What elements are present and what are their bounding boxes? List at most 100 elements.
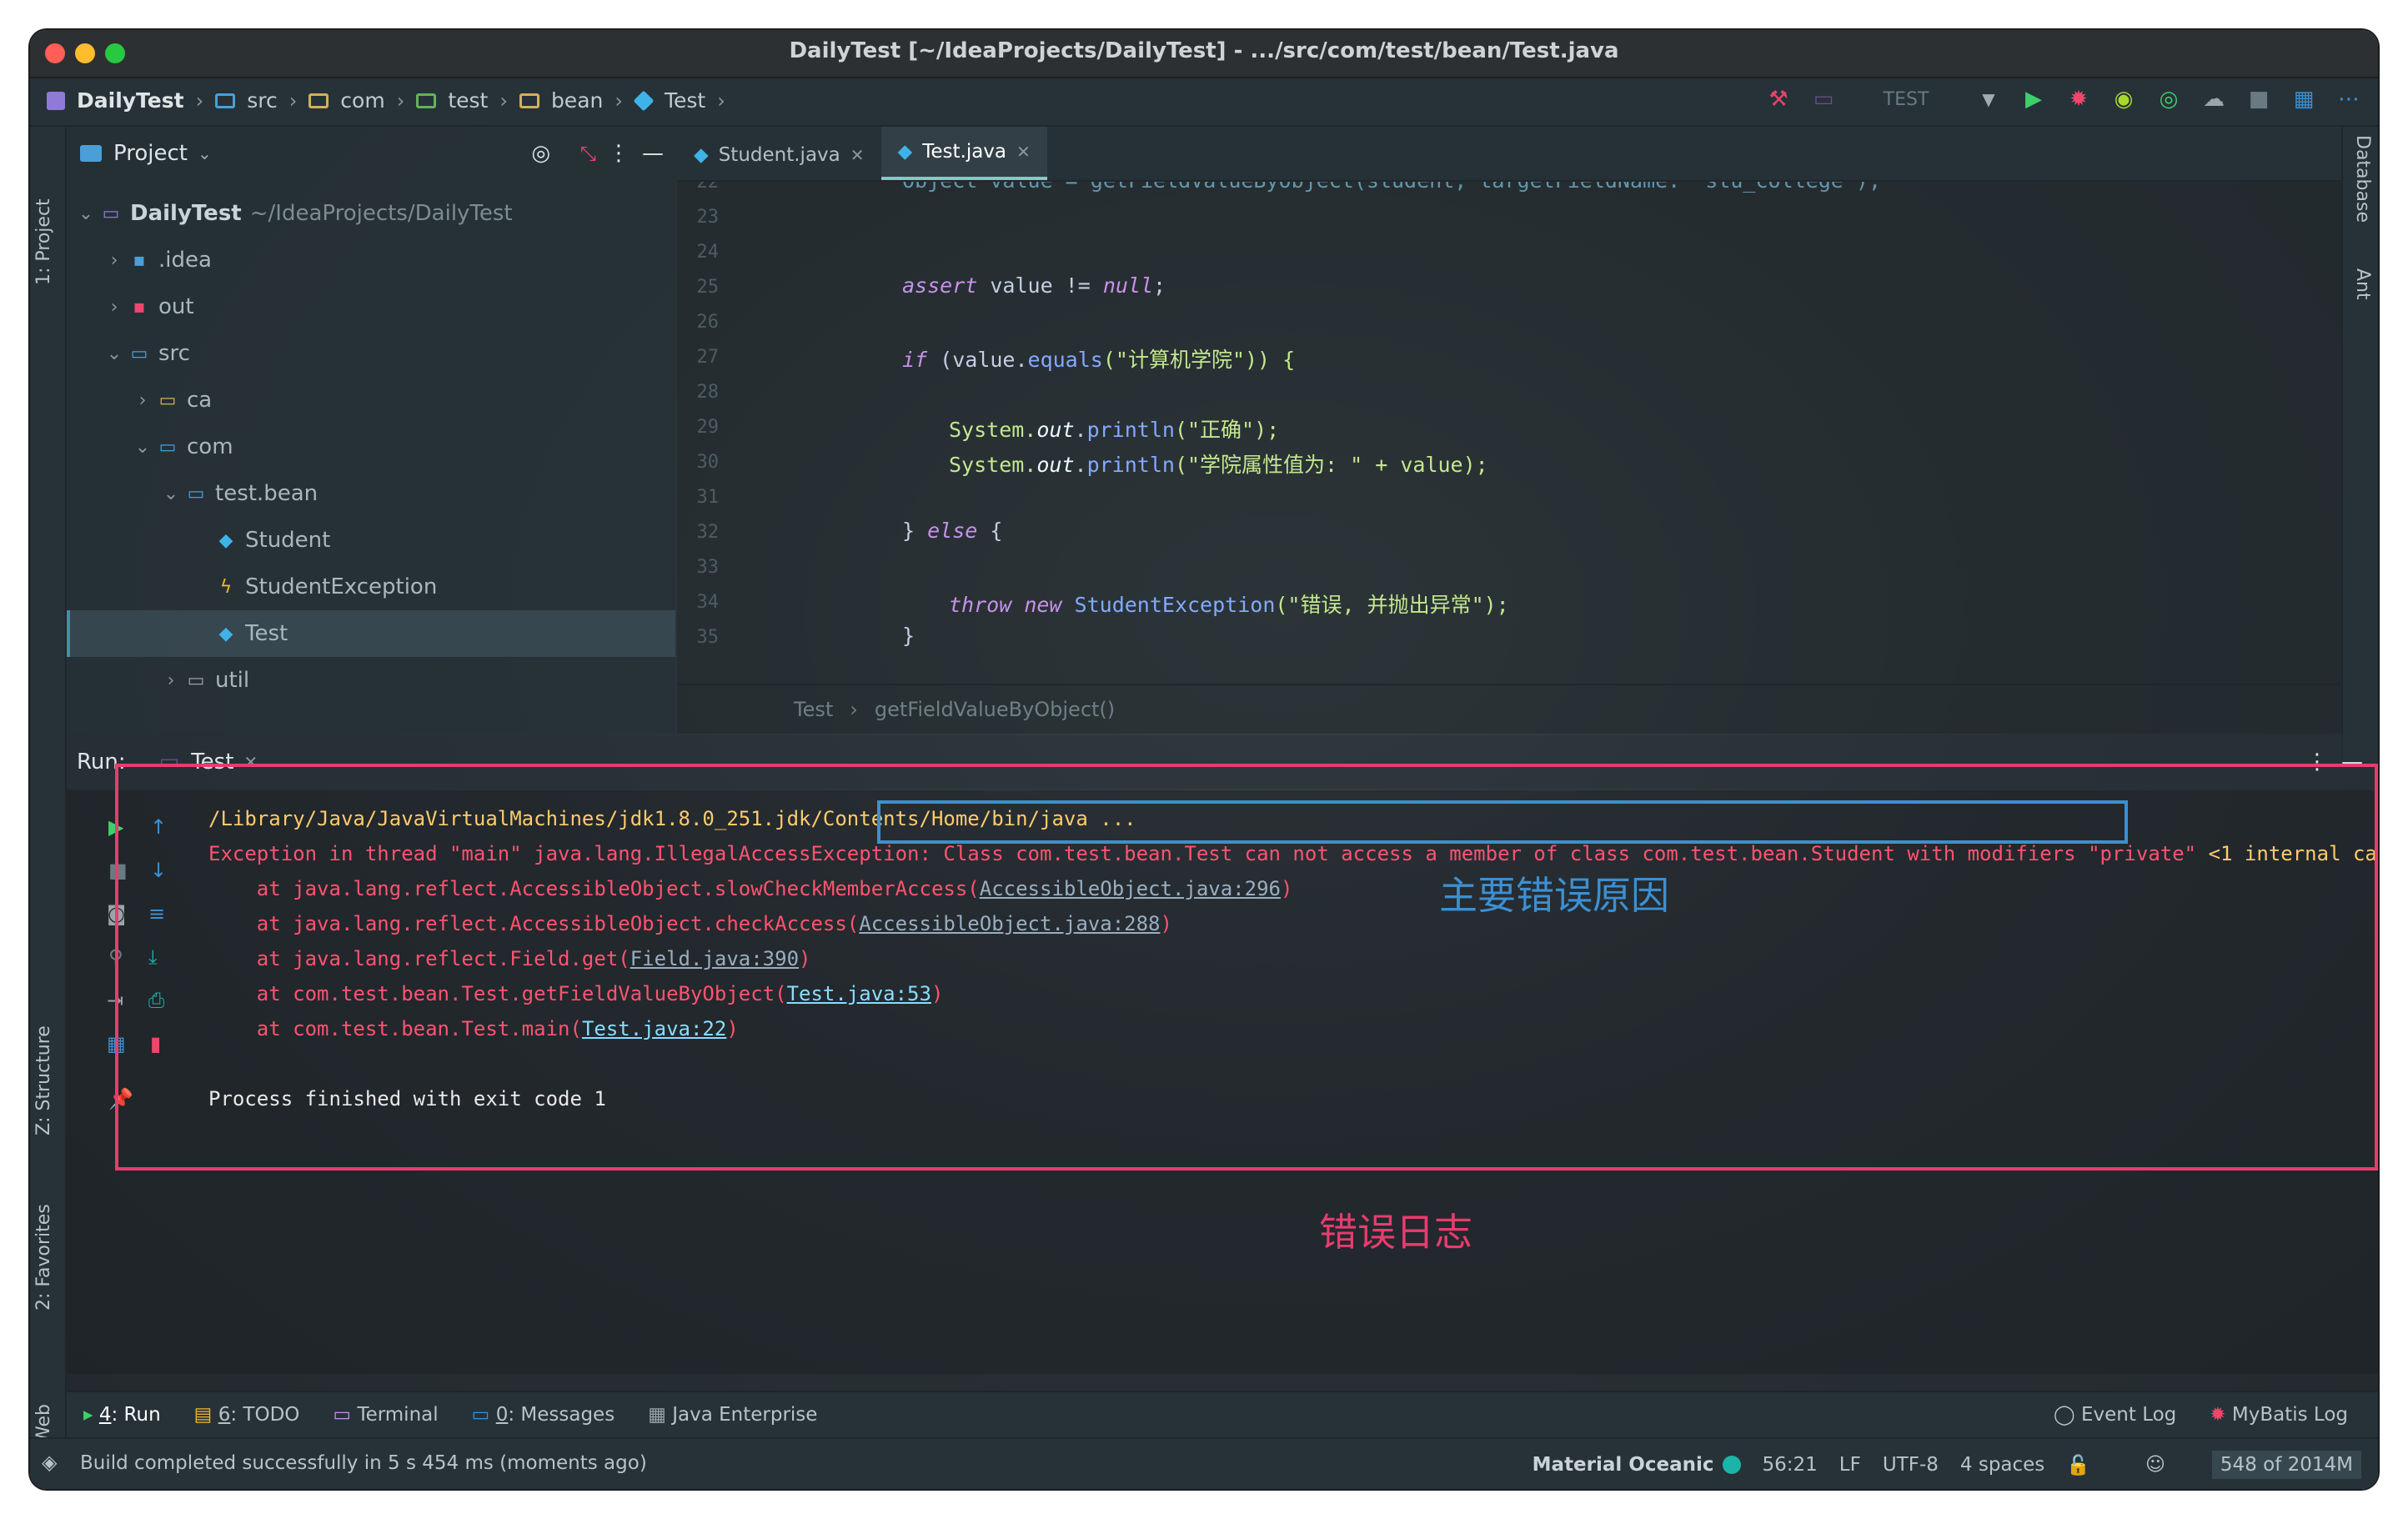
file-encoding[interactable]: UTF-8 (1883, 1454, 1939, 1476)
line-number: 32 (696, 522, 720, 543)
tree-item-idea[interactable]: › ▪ .idea (67, 237, 675, 283)
chevron-right-icon: › (717, 88, 725, 113)
memory-indicator[interactable]: 548 of 2014M (2211, 1451, 2361, 1479)
folder-icon (309, 93, 329, 108)
tree-item-test-bean[interactable]: ⌄ ▭ test.bean (67, 470, 675, 517)
main-cause-highlight-box (877, 800, 2128, 844)
project-folder-icon: ▭ (102, 203, 120, 224)
chevron-down-icon[interactable]: ⌄ (130, 437, 155, 458)
status-message[interactable]: Build completed successfully in 5 s 454 … (80, 1452, 647, 1474)
tree-item-label: Test (245, 621, 288, 646)
project-tool-button[interactable]: 1: Project (33, 198, 54, 285)
layout-grid-icon[interactable]: ▦ (2291, 87, 2316, 112)
line-number: 33 (696, 557, 720, 578)
excluded-folder-icon: ▪ (133, 296, 146, 318)
close-tab-icon[interactable]: ✕ (1016, 142, 1031, 162)
window-title: DailyTest [~/IdeaProjects/DailyTest] - .… (789, 38, 1619, 63)
breadcrumb-src[interactable]: src (247, 88, 278, 113)
left-tool-strip: 1: Project Z: Structure 2: Favorites Web (30, 127, 67, 1489)
theme-name[interactable]: Material Oceanic (1533, 1454, 1714, 1476)
tool-tab-mybatis-log[interactable]: ✹ MyBatis Log (2210, 1404, 2348, 1426)
chevron-down-icon[interactable]: ⌄ (73, 203, 98, 224)
chevron-down-icon[interactable]: ⌄ (198, 143, 212, 163)
chevron-down-icon[interactable]: ▼ (1976, 87, 2001, 112)
chevron-right-icon: › (850, 698, 858, 721)
status-right: Material Oceanic 56:21 LF UTF-8 4 spaces… (1533, 1451, 2361, 1479)
chevron-down-icon[interactable]: ⌄ (102, 343, 127, 364)
project-icon (47, 91, 65, 110)
tab-test-java[interactable]: ◆ Test.java ✕ (880, 127, 1047, 180)
structure-tool-button[interactable]: Z: Structure (33, 1025, 54, 1135)
class-icon: ◆ (218, 529, 233, 551)
breadcrumb-bean[interactable]: bean (551, 88, 603, 113)
tree-item-studentexception[interactable]: ϟ StudentException (67, 564, 675, 610)
breadcrumb-com[interactable]: com (340, 88, 384, 113)
tree-item-util[interactable]: › ▭ util (67, 657, 675, 704)
tool-tab-java-enterprise[interactable]: ▦ Java Enterprise (648, 1404, 817, 1426)
tree-item-out[interactable]: › ▪ out (67, 283, 675, 330)
source-folder-icon: ▭ (130, 343, 148, 364)
run-icon[interactable]: ▶ (2021, 87, 2046, 112)
debug-icon[interactable]: ✹ (2066, 87, 2091, 112)
tab-student-java[interactable]: ◆ Student.java ✕ (677, 130, 881, 180)
line-number: 28 (696, 382, 720, 403)
editor-breadcrumb: Test › getFieldValueByObject() (677, 684, 2341, 734)
chevron-right-icon[interactable]: › (102, 297, 127, 318)
editor-breadcrumb-class[interactable]: Test (794, 698, 833, 721)
tool-tab-run[interactable]: ▸ 4: Run (83, 1404, 161, 1426)
chevron-right-icon[interactable]: › (102, 250, 127, 271)
code-line-println-1: System.out.println("正确"); (949, 418, 1280, 442)
inspector-icon[interactable]: ☺ (2145, 1454, 2165, 1476)
terminal-icon: ▭ (333, 1404, 352, 1426)
line-number: 30 (696, 452, 720, 473)
collapse-all-icon[interactable]: ⤡ (580, 142, 596, 165)
locate-icon[interactable]: ◎ (531, 141, 550, 166)
code-line-if: if (value.equals("计算机学院")) { (902, 348, 1296, 372)
theme-indicator-icon (1722, 1456, 1741, 1474)
tree-item-ca[interactable]: › ▭ ca (67, 377, 675, 424)
run-configuration-select[interactable]: TEST (1856, 89, 1956, 110)
layers-icon[interactable]: ◈ (42, 1451, 57, 1474)
event-log-icon: ◯ (2053, 1404, 2075, 1426)
tree-item-label: Student (245, 528, 331, 553)
chevron-right-icon: › (499, 88, 508, 113)
chevron-right-icon[interactable]: › (158, 670, 183, 691)
breadcrumb-project[interactable]: DailyTest (77, 88, 184, 113)
tool-tab-terminal[interactable]: ▭ Terminal (333, 1404, 438, 1426)
code-editor[interactable]: 22 23 24 25 26 27 28 29 30 31 32 33 34 3… (677, 182, 2341, 679)
project-view-select[interactable]: Project (113, 141, 188, 166)
navigation-bar: DailyTest › src › com › test › bean › Te… (30, 78, 2378, 127)
favorites-tool-button[interactable]: 2: Favorites (33, 1204, 54, 1311)
build-hammer-icon[interactable]: ⚒ (1766, 87, 1791, 112)
tree-item-student[interactable]: ◆ Student (67, 517, 675, 564)
tree-item-dailytest[interactable]: ⌄ ▭ DailyTest ~/IdeaProjects/DailyTest (67, 190, 675, 237)
database-tool-button[interactable]: Database (2352, 135, 2373, 223)
chevron-down-icon[interactable]: ⌄ (158, 484, 183, 504)
breadcrumb-test-class[interactable]: Test (665, 88, 705, 113)
stop-icon[interactable]: ■ (2246, 87, 2271, 112)
attach-icon[interactable]: ☁ (2201, 87, 2226, 112)
hide-panel-icon[interactable]: — (642, 141, 664, 166)
tool-tab-messages[interactable]: ▭ 0: Messages (472, 1404, 615, 1426)
lock-icon[interactable]: 🔓 (2066, 1454, 2090, 1476)
tool-tab-event-log[interactable]: ◯ Event Log (2054, 1404, 2176, 1426)
profile-icon[interactable]: ◎ (2156, 87, 2181, 112)
options-icon[interactable]: ⋮ (608, 141, 630, 166)
ant-tool-button[interactable]: Ant (2352, 268, 2373, 300)
coverage-icon[interactable]: ◉ (2111, 87, 2136, 112)
tree-item-test[interactable]: ◆ Test (67, 610, 675, 657)
editor-breadcrumb-method[interactable]: getFieldValueByObject() (875, 698, 1115, 721)
more-icon[interactable]: ⋯ (2336, 87, 2361, 112)
tree-item-src[interactable]: ⌄ ▭ src (67, 330, 675, 377)
breadcrumb-test[interactable]: test (448, 88, 488, 113)
chevron-right-icon[interactable]: › (130, 390, 155, 411)
line-separator[interactable]: LF (1839, 1454, 1861, 1476)
package-icon: ▭ (187, 669, 205, 691)
caret-position[interactable]: 56:21 (1763, 1454, 1818, 1476)
messages-icon: ▭ (471, 1404, 490, 1426)
tool-tab-todo[interactable]: ▤ 6: TODO (194, 1404, 300, 1426)
bottom-tool-bar: ▸ 4: Run ▤ 6: TODO ▭ Terminal ▭ 0: Messa… (67, 1391, 2378, 1437)
close-tab-icon[interactable]: ✕ (850, 145, 865, 165)
indent-setting[interactable]: 4 spaces (1960, 1454, 2044, 1476)
tree-item-com[interactable]: ⌄ ▭ com (67, 424, 675, 470)
